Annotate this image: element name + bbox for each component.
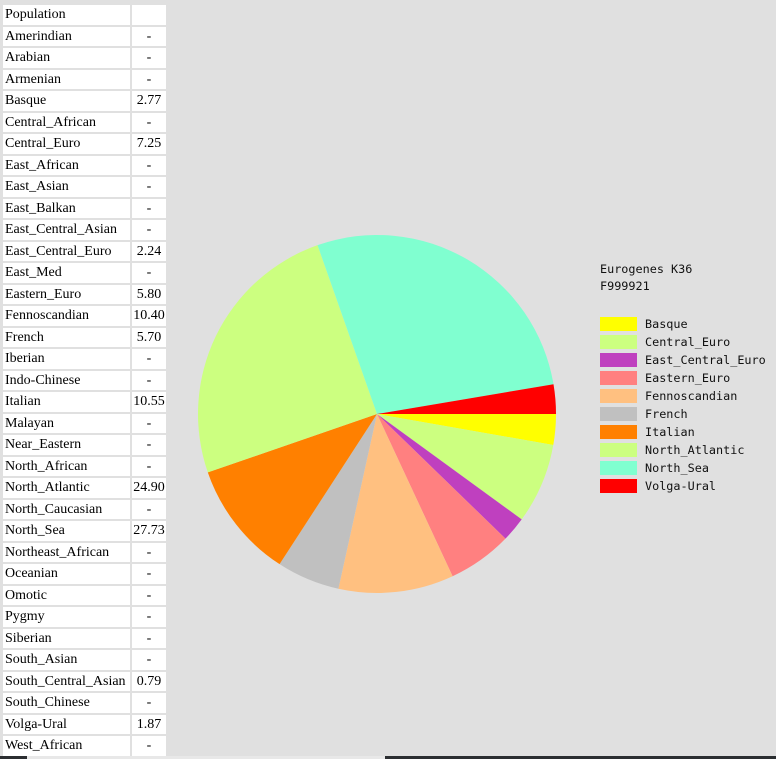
- legend-item: Eastern_Euro: [600, 369, 766, 387]
- legend-swatch: [600, 407, 637, 421]
- legend-item: Italian: [600, 423, 766, 441]
- legend-label: North_Sea: [645, 461, 709, 475]
- legend-label: Basque: [645, 317, 688, 331]
- chart-legend: Eurogenes K36 F999921 Basque Central_Euro…: [600, 262, 766, 495]
- legend-item: Basque: [600, 315, 766, 333]
- legend-swatch: [600, 443, 637, 457]
- legend-item: French: [600, 405, 766, 423]
- chart-subtitle: F999921: [600, 279, 650, 293]
- legend-swatch: [600, 317, 637, 331]
- chart-title: Eurogenes K36: [600, 262, 693, 276]
- legend-label: Volga-Ural: [645, 479, 717, 493]
- legend-label: Eastern_Euro: [645, 371, 731, 385]
- legend-item: North_Sea: [600, 459, 766, 477]
- legend-item: North_Atlantic: [600, 441, 766, 459]
- legend-item: East_Central_Euro: [600, 351, 766, 369]
- legend-item: Central_Euro: [600, 333, 766, 351]
- legend-item: Fennoscandian: [600, 387, 766, 405]
- legend-swatch: [600, 461, 637, 475]
- pie-slices: [198, 234, 556, 594]
- legend-label: French: [645, 407, 688, 421]
- legend-swatch: [600, 353, 637, 367]
- legend-swatch: [600, 371, 637, 385]
- legend-label: Italian: [645, 425, 695, 439]
- legend-swatch: [600, 389, 637, 403]
- legend-swatch: [600, 425, 637, 439]
- legend-label: Fennoscandian: [645, 389, 738, 403]
- legend-label: East_Central_Euro: [645, 353, 766, 367]
- legend-item: Volga-Ural: [600, 477, 766, 495]
- legend-label: Central_Euro: [645, 335, 731, 349]
- legend-swatch: [600, 479, 637, 493]
- legend-swatch: [600, 335, 637, 349]
- legend-label: North_Atlantic: [645, 443, 745, 457]
